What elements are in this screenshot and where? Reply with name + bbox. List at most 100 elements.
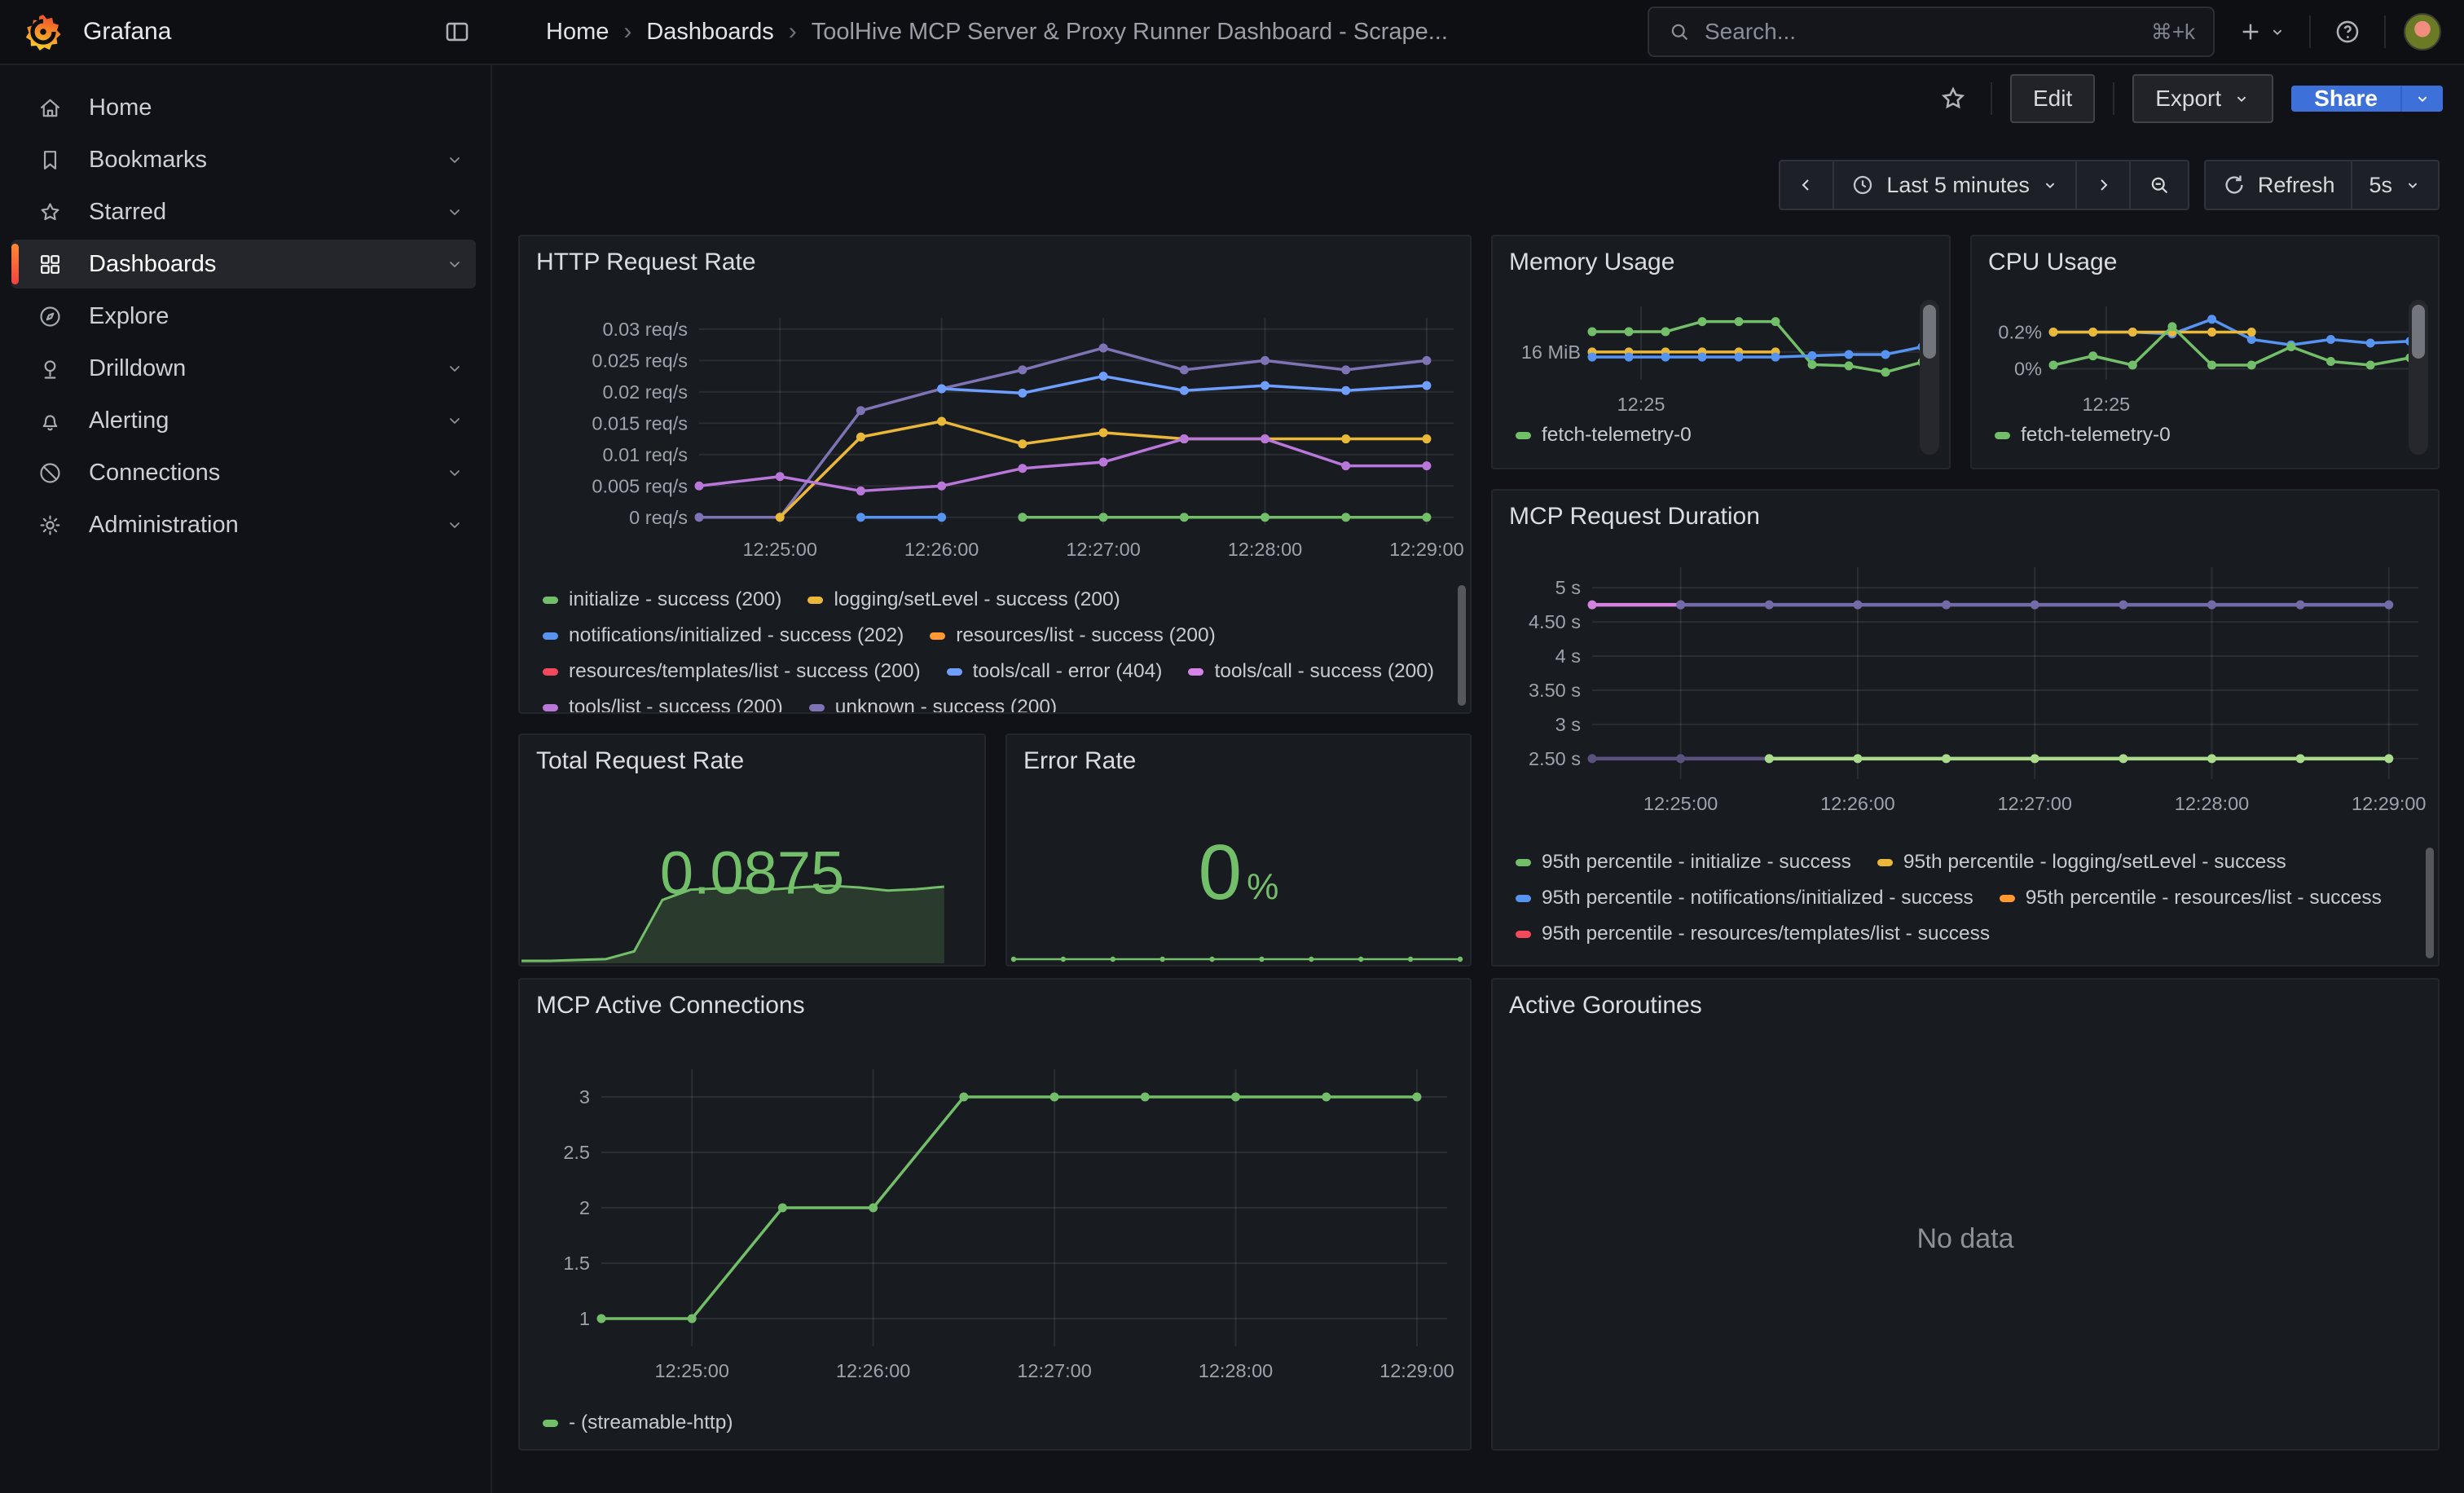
total-request-rate-stat[interactable]: 0.0875 [520,784,984,965]
chevron-down-icon [445,411,464,430]
sidebar-toggle-icon[interactable] [443,18,471,46]
legend-item[interactable]: fetch-telemetry-0 [1995,422,2171,448]
share-split-button: Share [2291,86,2443,112]
legend-item[interactable]: tools/call - error (404) [947,658,1163,685]
svg-text:12:25: 12:25 [1617,394,1665,415]
sidebar-item-starred[interactable]: Starred [11,187,476,236]
legend-item[interactable]: tools/list - success (200) [543,694,783,712]
panel-title[interactable]: Total Request Rate [520,735,984,784]
memory-usage-chart[interactable]: 16 MiB 12:25 [1493,285,1949,416]
divider [2113,82,2114,115]
sidebar-item-home[interactable]: Home [11,83,476,132]
chevron-down-icon [445,515,464,535]
error-rate-stat[interactable]: 0% [1007,784,1470,965]
zoom-out-button[interactable] [2129,161,2188,209]
mcp-active-connections-chart[interactable]: 11.522.5312:25:0012:26:0012:27:0012:28:0… [520,1028,1470,1403]
sidebar-item-administration[interactable]: Administration [11,500,476,549]
legend-item[interactable]: logging/setLevel - success (200) [807,587,1120,613]
share-menu-button[interactable] [2400,86,2443,112]
svg-text:1.5: 1.5 [563,1253,590,1274]
search-input[interactable]: Search... ⌘+k [1648,7,2215,57]
svg-text:12:25:00: 12:25:00 [654,1360,728,1381]
panel-scrollbar[interactable] [1920,300,1939,455]
panel-title[interactable]: MCP Request Duration [1493,491,2438,540]
legend-label: 95th percentile - resources/list - succe… [2026,887,2382,909]
sidebar-item-connections[interactable]: Connections [11,448,476,497]
panel-scrollbar[interactable] [2409,300,2428,455]
legend-item[interactable]: 95th percentile - notifications/initiali… [1516,885,1973,911]
time-shift-forward-button[interactable] [2075,161,2129,209]
edit-button[interactable]: Edit [2010,74,2095,123]
panel-title[interactable]: Error Rate [1007,735,1470,784]
sidebar-item-dashboards[interactable]: Dashboards [11,240,476,288]
legend-item[interactable]: 95th percentile - logging/setLevel - suc… [1877,849,2286,875]
series-color-swatch [930,632,945,640]
legend-item[interactable]: 95th percentile - resources/list - succe… [2000,885,2382,911]
legend-scrollbar[interactable] [2426,848,2434,958]
legend-label: 95th percentile - initialize - success [1542,851,1851,874]
star-icon [37,200,63,225]
panel-title[interactable]: MCP Active Connections [520,980,1470,1028]
cpu-usage-chart[interactable]: 0.2%0%12:25 [1972,285,2438,416]
panel-title[interactable]: HTTP Request Rate [520,236,1470,285]
refresh-interval-picker[interactable]: 5s [2351,161,2438,209]
breadcrumb-dashboards[interactable]: Dashboards [646,19,773,46]
legend-item[interactable]: resources/list - success (200) [930,623,1216,649]
mcp-request-duration-legend: 95th percentile - initialize - success 95… [1493,843,2438,965]
svg-text:16 MiB: 16 MiB [1521,341,1581,363]
svg-text:12:26:00: 12:26:00 [904,539,979,560]
share-button[interactable]: Share [2291,86,2400,112]
breadcrumb-current-dashboard[interactable]: ToolHive MCP Server & Proxy Runner Dashb… [812,19,1448,46]
panel-title[interactable]: CPU Usage [1972,236,2438,285]
series-color-swatch [2000,895,2015,902]
svg-text:2.5: 2.5 [563,1142,590,1163]
svg-text:12:28:00: 12:28:00 [1228,539,1302,560]
series-color-swatch [543,704,558,711]
legend-item[interactable]: tools/call - success (200) [1188,658,1434,685]
legend-label: fetch-telemetry-0 [2021,424,2171,447]
time-range-picker[interactable]: Last 5 minutes [1833,161,2075,209]
svg-text:12:29:00: 12:29:00 [1379,1360,1454,1381]
add-button[interactable] [2233,14,2291,50]
panel-title[interactable]: Active Goroutines [1493,980,2438,1028]
legend-label: tools/call - success (200) [1214,660,1434,683]
legend-item[interactable]: fetch-telemetry-0 [1516,422,1692,448]
favorite-star-button[interactable] [1934,79,1973,118]
user-avatar[interactable] [2404,13,2441,51]
refresh-button[interactable]: Refresh [2206,161,2352,209]
legend-label: 95th percentile - logging/setLevel - suc… [1903,851,2286,874]
legend-item[interactable]: - (streamable-http) [543,1410,733,1436]
sidebar-item-drilldown[interactable]: Drilldown [11,344,476,393]
legend-item[interactable]: initialize - success (200) [543,587,781,613]
series-color-swatch [1516,432,1531,439]
svg-text:12:29:00: 12:29:00 [2352,793,2426,814]
legend-label: unknown - success (200) [835,696,1057,712]
legend-item[interactable]: notifications/initialized - success (202… [543,623,904,649]
sidebar-item-explore[interactable]: Explore [11,292,476,341]
sidebar-item-label: Bookmarks [89,147,445,174]
http-request-rate-chart[interactable]: 0 req/s0.005 req/s0.01 req/s0.015 req/s0… [520,285,1470,580]
legend-item[interactable]: unknown - success (200) [809,694,1057,712]
help-button[interactable] [2329,13,2366,51]
grafana-logo[interactable] [24,13,62,51]
sidebar-item-bookmarks[interactable]: Bookmarks [11,135,476,184]
legend-label: resources/templates/list - success (200) [569,660,921,683]
chevron-down-icon [2268,23,2286,41]
chevron-down-icon [445,150,464,170]
legend-item[interactable]: resources/templates/list - success (200) [543,658,921,685]
svg-text:12:26:00: 12:26:00 [836,1360,910,1381]
legend-item[interactable]: 95th percentile - resources/templates/li… [1516,921,1990,947]
export-button[interactable]: Export [2132,74,2273,123]
legend-item[interactable]: 95th percentile - initialize - success [1516,849,1851,875]
grafana-app: Grafana Home › Dashboards › ToolHive MCP… [0,0,2464,1493]
panel-title[interactable]: Memory Usage [1493,236,1949,285]
topbar-right: Search... ⌘+k [1648,7,2464,57]
legend-scrollbar[interactable] [1458,585,1466,706]
breadcrumb-home[interactable]: Home [546,19,609,46]
mcp-request-duration-chart[interactable]: 2.50 s3 s3.50 s4 s4.50 s5 s12:25:0012:26… [1493,540,2438,843]
time-shift-back-button[interactable] [1780,161,1833,209]
legend-label: logging/setLevel - success (200) [834,588,1120,611]
sidebar-item-alerting[interactable]: Alerting [11,396,476,445]
panel-error-rate: Error Rate 0% [1005,733,1472,967]
refresh-icon [2222,173,2246,197]
